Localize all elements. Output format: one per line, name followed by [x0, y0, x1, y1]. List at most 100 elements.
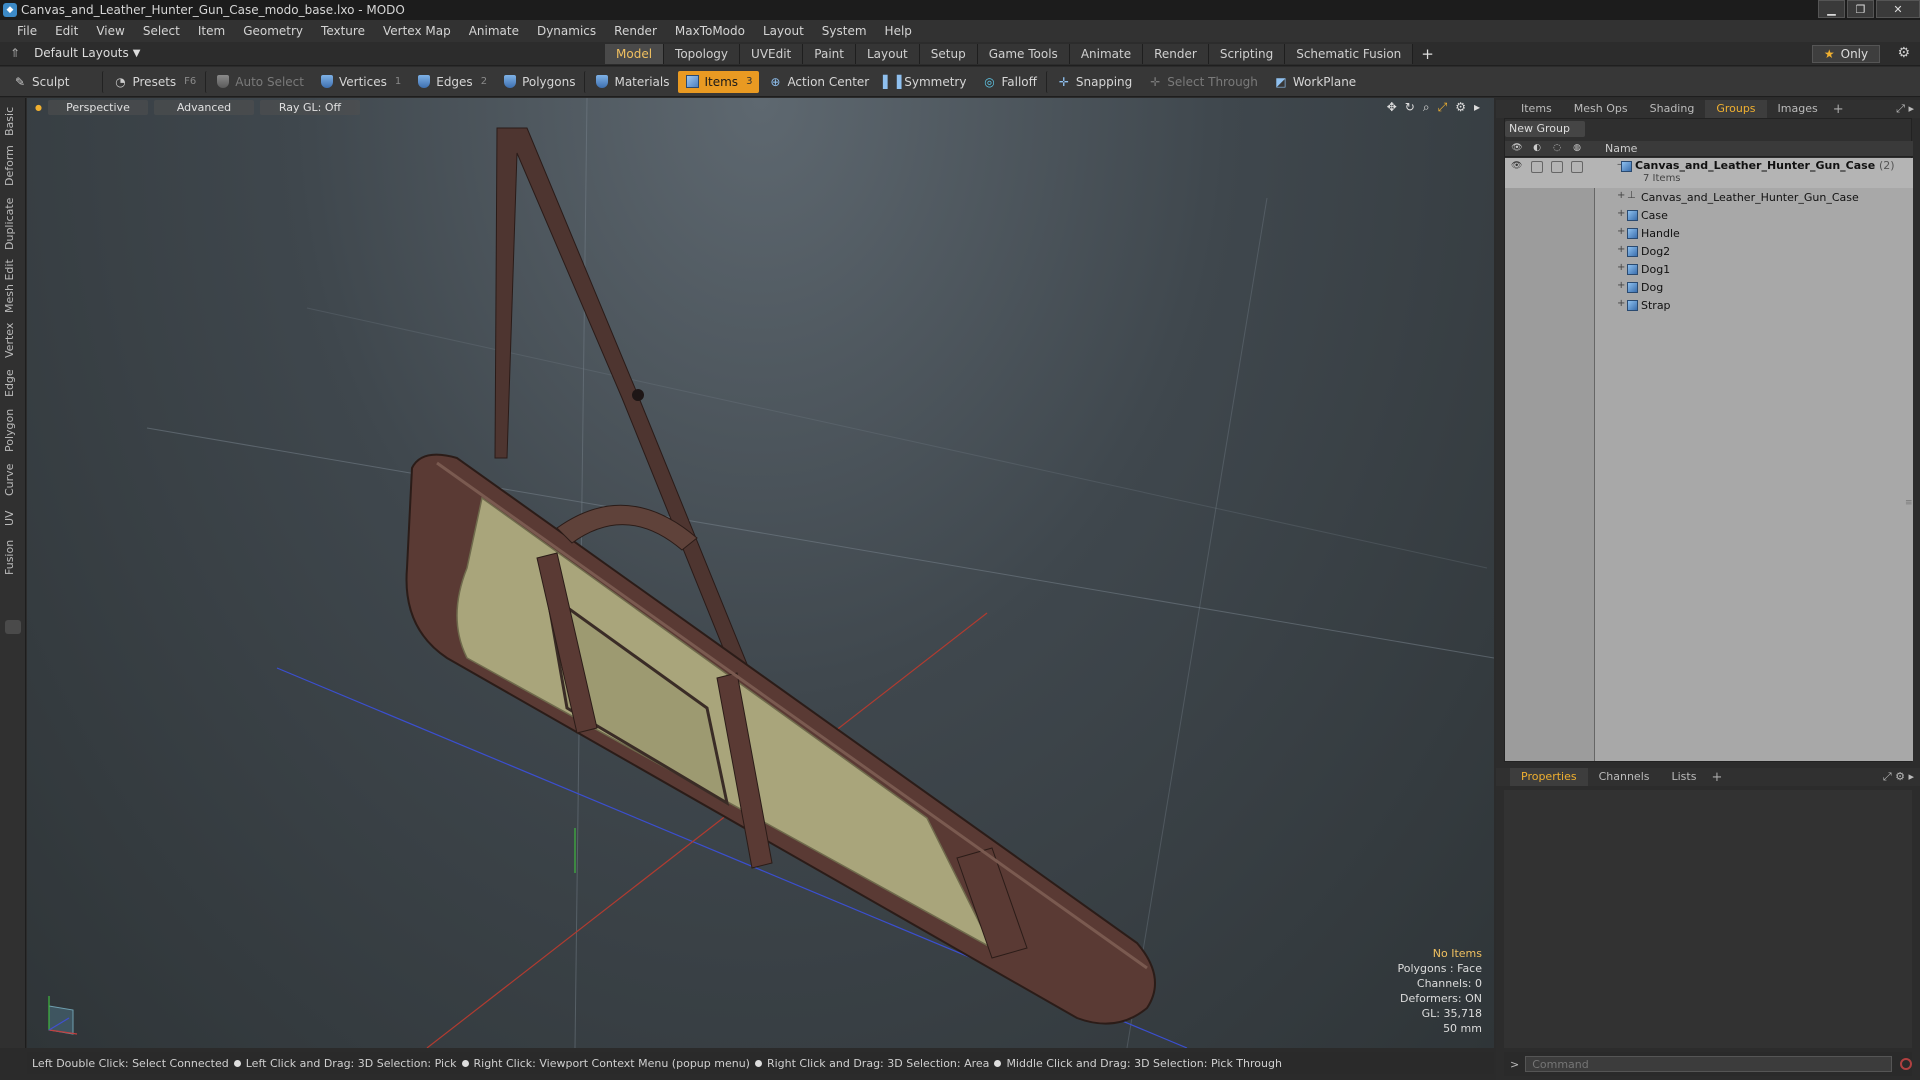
- list-item[interactable]: + Handle: [1505, 225, 1913, 243]
- tab-setup[interactable]: Setup: [919, 44, 978, 64]
- close-icon[interactable]: ✕: [1876, 0, 1920, 18]
- menu-animate[interactable]: Animate: [460, 24, 528, 38]
- tab-schematic-fusion[interactable]: Schematic Fusion: [1285, 44, 1414, 64]
- toggle-panel-button[interactable]: [5, 620, 21, 634]
- tab-topology[interactable]: Topology: [664, 44, 741, 64]
- raygl-button[interactable]: Ray GL: Off: [259, 99, 360, 115]
- workplane-button[interactable]: ◩ WorkPlane: [1267, 71, 1363, 93]
- menu-texture[interactable]: Texture: [312, 24, 374, 38]
- name-column-header[interactable]: Name: [1605, 142, 1637, 155]
- expand-icon[interactable]: +: [1617, 298, 1625, 309]
- expand-icon[interactable]: +: [1617, 190, 1625, 201]
- symmetry-button[interactable]: ▌▐ Symmetry: [878, 71, 973, 93]
- group-row[interactable]: 👁 – Canvas_and_Leather_Hunter_Gun_Case (…: [1505, 158, 1913, 188]
- menu-vertex-map[interactable]: Vertex Map: [374, 24, 460, 38]
- lock-toggle[interactable]: [1551, 161, 1563, 173]
- zoom-icon[interactable]: ⌕: [1423, 100, 1430, 115]
- tab-game-tools[interactable]: Game Tools: [977, 44, 1070, 64]
- add-tab-icon[interactable]: +: [1413, 44, 1442, 64]
- menu-layout[interactable]: Layout: [754, 24, 813, 38]
- viewport-gear-icon[interactable]: ⚙: [1455, 100, 1466, 115]
- tab-paint[interactable]: Paint: [803, 44, 856, 64]
- minimize-icon[interactable]: ▁: [1818, 0, 1845, 18]
- tab-mesh-edit[interactable]: Mesh Edit: [3, 258, 21, 314]
- tab-mesh-ops[interactable]: Mesh Ops: [1563, 100, 1639, 118]
- menu-dynamics[interactable]: Dynamics: [528, 24, 605, 38]
- tab-duplicate[interactable]: Duplicate: [3, 196, 21, 252]
- list-item[interactable]: + Case: [1505, 207, 1913, 225]
- tab-images[interactable]: Images: [1767, 100, 1829, 118]
- menu-maxtomodo[interactable]: MaxToModo: [666, 24, 754, 38]
- only-button[interactable]: ★ Only: [1812, 45, 1880, 63]
- sculpt-button[interactable]: ✎ Sculpt: [6, 71, 76, 93]
- menu-select[interactable]: Select: [134, 24, 189, 38]
- tab-uv[interactable]: UV: [3, 506, 21, 530]
- viewport-menu-arrow-icon[interactable]: ▸: [1474, 100, 1480, 115]
- expand-icon[interactable]: +: [1617, 208, 1625, 219]
- maximize-icon[interactable]: ❐: [1847, 0, 1874, 18]
- layout-selector[interactable]: ⇑ Default Layouts ▼: [10, 46, 140, 60]
- select-through-button[interactable]: ✛ Select Through: [1141, 71, 1265, 93]
- expand-icon[interactable]: +: [1617, 262, 1625, 273]
- command-chevron-icon[interactable]: >: [1510, 1058, 1519, 1071]
- select-column-icon[interactable]: ◍: [1571, 143, 1583, 155]
- menu-render[interactable]: Render: [605, 24, 666, 38]
- tab-layout[interactable]: Layout: [855, 44, 920, 64]
- lock-column-icon[interactable]: ◌: [1551, 143, 1563, 155]
- new-group-button[interactable]: New Group: [1505, 121, 1585, 137]
- gear-icon[interactable]: ⚙: [1897, 45, 1910, 61]
- snapping-button[interactable]: ✛ Snapping: [1045, 70, 1139, 93]
- polygons-button[interactable]: Polygons: [496, 71, 582, 93]
- list-item[interactable]: + Dog1: [1505, 261, 1913, 279]
- list-item[interactable]: + Dog: [1505, 279, 1913, 297]
- tab-basic[interactable]: Basic: [3, 106, 21, 136]
- tab-animate[interactable]: Animate: [1069, 44, 1144, 64]
- auto-select-button[interactable]: Auto Select: [205, 70, 311, 93]
- record-icon[interactable]: [1900, 1058, 1912, 1070]
- menu-edit[interactable]: Edit: [46, 24, 87, 38]
- expand-icon[interactable]: +: [1617, 226, 1625, 237]
- tab-shading[interactable]: Shading: [1639, 100, 1706, 118]
- panel-expand-icon[interactable]: ⤢ ▸: [1896, 102, 1914, 116]
- render-toggle[interactable]: [1531, 161, 1543, 173]
- tab-model[interactable]: Model: [605, 44, 665, 64]
- menu-item[interactable]: Item: [189, 24, 234, 38]
- shading-mode-button[interactable]: Advanced: [153, 99, 254, 115]
- scroll-grip-icon[interactable]: ≡: [1905, 498, 1913, 510]
- falloff-button[interactable]: ◎ Falloff: [975, 71, 1043, 93]
- action-center-button[interactable]: ⊕ Action Center: [761, 71, 876, 93]
- tab-groups[interactable]: Groups: [1705, 100, 1767, 118]
- command-input[interactable]: [1525, 1056, 1893, 1072]
- viewport-dot-icon[interactable]: ●: [35, 103, 42, 112]
- tab-scripting[interactable]: Scripting: [1208, 44, 1286, 64]
- view-type-button[interactable]: Perspective: [47, 99, 148, 115]
- tab-polygon[interactable]: Polygon: [3, 406, 21, 454]
- menu-view[interactable]: View: [87, 24, 133, 38]
- visibility-column-icon[interactable]: 👁: [1511, 143, 1523, 155]
- tab-channels[interactable]: Channels: [1588, 768, 1661, 786]
- items-button[interactable]: Items 3: [678, 70, 760, 93]
- tab-lists[interactable]: Lists: [1661, 768, 1708, 786]
- rotate-icon[interactable]: ↻: [1405, 100, 1415, 115]
- presets-button[interactable]: ◔ Presets F6: [102, 70, 203, 93]
- menu-geometry[interactable]: Geometry: [234, 24, 312, 38]
- tab-properties[interactable]: Properties: [1510, 768, 1588, 786]
- collapse-up-icon[interactable]: ⇑: [10, 46, 20, 60]
- menu-file[interactable]: File: [8, 24, 46, 38]
- edges-button[interactable]: Edges 2: [410, 71, 494, 93]
- fit-icon[interactable]: ⤢: [1438, 100, 1448, 115]
- list-item[interactable]: + Strap: [1505, 297, 1913, 315]
- menu-help[interactable]: Help: [876, 24, 921, 38]
- expand-icon[interactable]: +: [1617, 280, 1625, 291]
- tab-edge[interactable]: Edge: [3, 366, 21, 400]
- tab-fusion[interactable]: Fusion: [3, 536, 21, 578]
- tab-vertex[interactable]: Vertex: [3, 320, 21, 360]
- visibility-eye-icon[interactable]: 👁: [1511, 161, 1523, 173]
- panel-settings-icon[interactable]: ⤢ ⚙ ▸: [1883, 770, 1914, 784]
- expand-icon[interactable]: +: [1617, 244, 1625, 255]
- add-tab-icon[interactable]: +: [1833, 102, 1844, 117]
- vertices-button[interactable]: Vertices 1: [313, 71, 408, 93]
- tab-render[interactable]: Render: [1143, 44, 1209, 64]
- tab-deform[interactable]: Deform: [3, 144, 21, 188]
- list-item[interactable]: + ⊥ Canvas_and_Leather_Hunter_Gun_Case: [1505, 189, 1913, 207]
